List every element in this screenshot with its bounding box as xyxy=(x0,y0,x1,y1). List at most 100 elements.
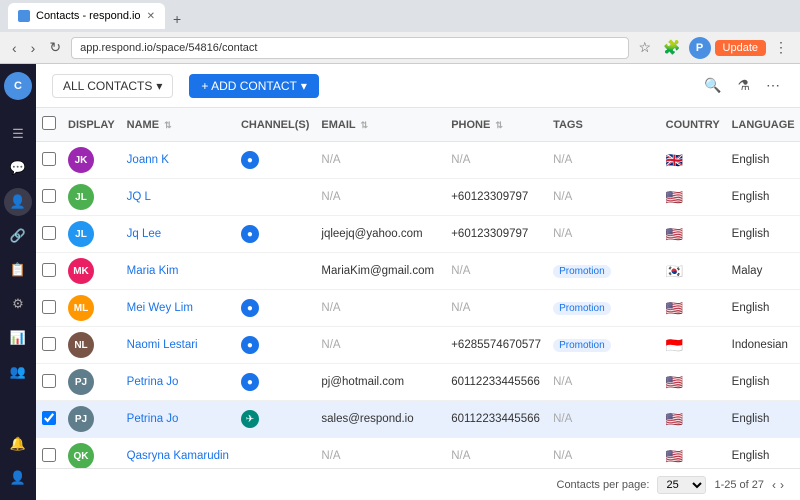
contacts-table: DISPLAY NAME ⇅ CHANNEL(S) EMAIL ⇅ PHONE … xyxy=(36,108,800,468)
row-language-cell: Indonesian xyxy=(726,327,800,364)
row-phone-cell: +60123309797 xyxy=(445,179,547,216)
nav-actions: ☆ 🧩 P Update ⋮ xyxy=(635,35,792,60)
row-email-cell: N/A xyxy=(315,327,445,364)
reload-btn[interactable]: ↻ xyxy=(45,37,65,58)
sidebar-icon-team[interactable]: 👥 xyxy=(4,358,32,386)
forward-btn[interactable]: › xyxy=(27,38,40,58)
country-flag: 🇺🇸 xyxy=(666,411,683,427)
sidebar-avatar[interactable]: C xyxy=(4,72,32,100)
tag-na: N/A xyxy=(553,228,572,240)
sidebar-icon-tasks[interactable]: 📋 xyxy=(4,256,32,284)
per-page-label: Contacts per page: xyxy=(557,479,650,491)
next-page-btn[interactable]: › xyxy=(780,478,784,492)
profile-btn[interactable]: P xyxy=(689,37,711,59)
contact-avatar: JL xyxy=(68,221,94,247)
tag-na: N/A xyxy=(553,191,572,203)
row-checkbox[interactable] xyxy=(42,300,56,314)
row-checkbox[interactable] xyxy=(42,411,56,425)
select-all-checkbox[interactable] xyxy=(42,116,56,130)
row-phone-cell: N/A xyxy=(445,142,547,179)
bookmark-btn[interactable]: ☆ xyxy=(635,35,656,60)
new-tab-btn[interactable]: + xyxy=(167,9,187,29)
add-contact-label: + ADD CONTACT xyxy=(201,79,296,93)
sidebar-icon-analytics[interactable]: 📊 xyxy=(4,324,32,352)
phone-sort-icon: ⇅ xyxy=(495,120,503,130)
search-btn[interactable]: 🔍 xyxy=(700,73,725,98)
sidebar-icon-notifications[interactable]: 🔔 xyxy=(4,430,32,458)
contact-name-link[interactable]: Maria Kim xyxy=(127,265,179,277)
row-checkbox[interactable] xyxy=(42,226,56,240)
row-checkbox[interactable] xyxy=(42,263,56,277)
page-range: 1-25 of 27 xyxy=(714,479,764,491)
channel-icon: ● xyxy=(241,151,259,169)
contact-name-link[interactable]: Petrina Jo xyxy=(127,376,179,388)
row-email-cell: N/A xyxy=(315,290,445,327)
app-container: C ☰ 💬 👤 🔗 📋 ⚙ 📊 👥 🔔 👤 ALL CONTACTS ▾ + A… xyxy=(0,64,800,500)
row-tags-cell: N/A xyxy=(547,401,660,438)
tab-close-btn[interactable]: ✕ xyxy=(147,11,155,22)
col-email[interactable]: EMAIL ⇅ xyxy=(315,108,445,142)
contact-name-link[interactable]: Jq Lee xyxy=(127,228,162,240)
sidebar-icon-user[interactable]: 👤 xyxy=(4,464,32,492)
row-phone-cell: +60123309797 xyxy=(445,216,547,253)
row-country-cell: 🇺🇸 xyxy=(660,401,726,438)
more-options-btn[interactable]: ⋯ xyxy=(762,73,784,98)
col-phone[interactable]: PHONE ⇅ xyxy=(445,108,547,142)
col-name[interactable]: NAME ⇅ xyxy=(121,108,235,142)
filter-btn[interactable]: ⚗ xyxy=(733,73,754,98)
row-phone-cell: +6285574670577 xyxy=(445,327,547,364)
update-btn[interactable]: Update xyxy=(715,40,766,56)
add-contact-btn[interactable]: + ADD CONTACT ▾ xyxy=(189,74,319,98)
all-contacts-label: ALL CONTACTS xyxy=(63,79,152,93)
row-channel-cell: ● xyxy=(235,290,315,327)
row-checkbox[interactable] xyxy=(42,152,56,166)
row-language-cell: English xyxy=(726,290,800,327)
table-row: PJ Petrina Jo ● pj@hotmail.com 601122334… xyxy=(36,364,800,401)
contact-name-link[interactable]: Petrina Jo xyxy=(127,413,179,425)
channel-icon: ✈ xyxy=(241,410,259,428)
row-tags-cell: N/A xyxy=(547,438,660,469)
table-row: QK Qasryna Kamarudin N/A N/A N/A 🇺🇸 Engl… xyxy=(36,438,800,469)
sidebar-icon-chat[interactable]: 💬 xyxy=(4,154,32,182)
row-checkbox[interactable] xyxy=(42,189,56,203)
row-email-cell: jqleejq@yahoo.com xyxy=(315,216,445,253)
tag-na: N/A xyxy=(553,450,572,462)
row-phone-cell: N/A xyxy=(445,290,547,327)
tag-na: N/A xyxy=(553,376,572,388)
row-tags-cell: N/A xyxy=(547,364,660,401)
menu-btn[interactable]: ⋮ xyxy=(770,35,792,60)
contact-name-link[interactable]: JQ L xyxy=(127,191,151,203)
active-tab[interactable]: Contacts - respond.io ✕ xyxy=(8,3,165,29)
row-checkbox[interactable] xyxy=(42,337,56,351)
row-checkbox-cell xyxy=(36,216,62,253)
contact-name-link[interactable]: Mei Wey Lim xyxy=(127,302,193,314)
sidebar-icon-links[interactable]: 🔗 xyxy=(4,222,32,250)
contact-name-link[interactable]: Qasryna Kamarudin xyxy=(127,450,229,462)
contact-name-link[interactable]: Joann K xyxy=(127,154,169,166)
contact-avatar: PJ xyxy=(68,406,94,432)
all-contacts-dropdown[interactable]: ALL CONTACTS ▾ xyxy=(52,74,173,98)
sidebar-icon-contacts[interactable]: 👤 xyxy=(4,188,32,216)
col-language[interactable]: LANGUAGE ⇅ xyxy=(726,108,800,142)
contact-name-link[interactable]: Naomi Lestari xyxy=(127,339,198,351)
row-country-cell: 🇰🇷 xyxy=(660,253,726,290)
row-country-cell: 🇺🇸 xyxy=(660,364,726,401)
row-checkbox[interactable] xyxy=(42,448,56,462)
sidebar-icon-settings[interactable]: ⚙ xyxy=(4,290,32,318)
page-navigation: ‹ › xyxy=(772,478,784,492)
row-country-cell: 🇺🇸 xyxy=(660,179,726,216)
left-sidebar: C ☰ 💬 👤 🔗 📋 ⚙ 📊 👥 🔔 👤 xyxy=(0,64,36,500)
col-country: COUNTRY xyxy=(660,108,726,142)
extension-btn[interactable]: 🧩 xyxy=(659,35,684,60)
sidebar-icon-menu[interactable]: ☰ xyxy=(4,120,32,148)
row-checkbox[interactable] xyxy=(42,374,56,388)
back-btn[interactable]: ‹ xyxy=(8,38,21,58)
channel-icon: ● xyxy=(241,336,259,354)
row-email-cell: N/A xyxy=(315,438,445,469)
main-content: ALL CONTACTS ▾ + ADD CONTACT ▾ 🔍 ⚗ ⋯ DIS… xyxy=(36,64,800,500)
prev-page-btn[interactable]: ‹ xyxy=(772,478,776,492)
url-bar[interactable]: app.respond.io/space/54816/contact xyxy=(71,37,628,59)
per-page-select[interactable]: 25 50 100 xyxy=(657,476,706,494)
row-avatar-cell: QK xyxy=(62,438,121,469)
row-channel-cell xyxy=(235,438,315,469)
